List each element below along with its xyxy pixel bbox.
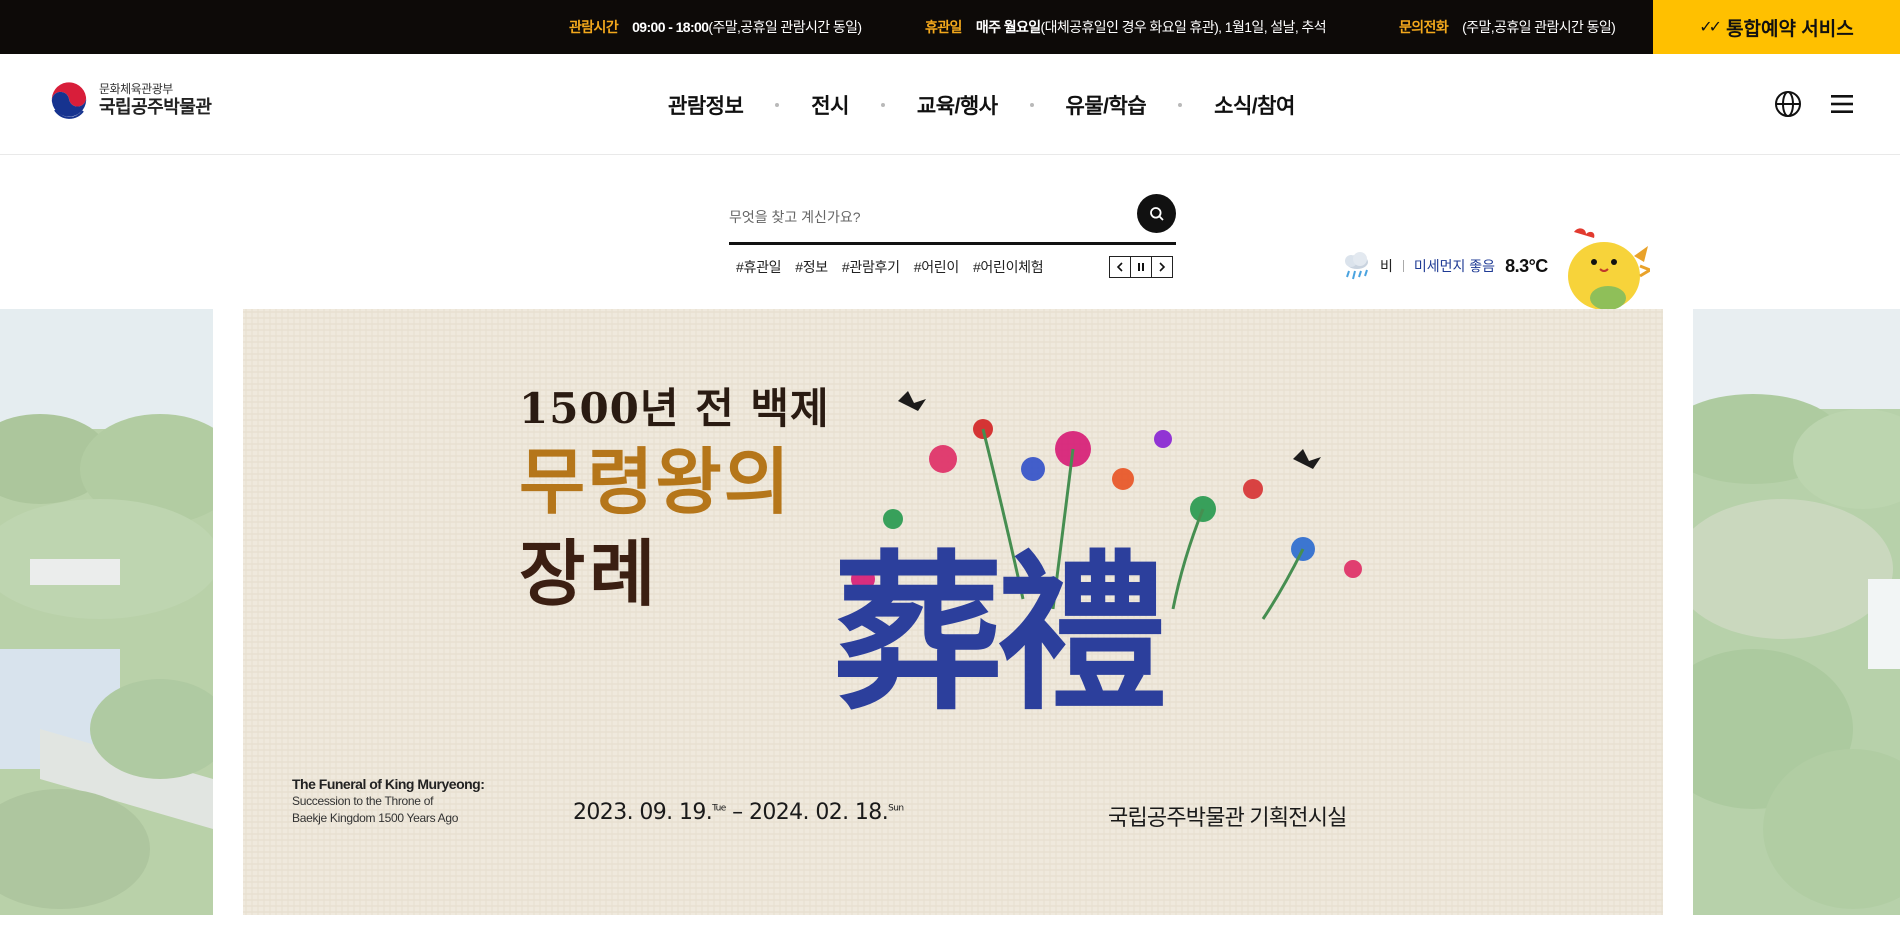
tag-rolling-controls — [1109, 256, 1173, 278]
nav-separator — [1029, 102, 1034, 107]
nav-visit-info[interactable]: 관람정보 — [668, 90, 744, 120]
banner-english-subtitle: The Funeral of King Muryeong: Succession… — [292, 776, 552, 826]
booking-label: 통합예약 서비스 — [1726, 18, 1854, 40]
temperature: 8.3°C — [1505, 255, 1548, 276]
search-button[interactable] — [1137, 194, 1176, 233]
search-tag[interactable]: #휴관일 — [736, 257, 782, 277]
search-icon — [1149, 206, 1164, 221]
hours-time: 09:00 - 18:00 — [632, 19, 709, 35]
tag-next-button[interactable] — [1151, 256, 1173, 278]
menu-icon[interactable] — [1828, 90, 1856, 118]
landscape-photo — [0, 309, 213, 915]
phone-label: 문의전화 — [1399, 19, 1449, 35]
weather-condition: 비 — [1380, 258, 1393, 274]
museum-logo[interactable]: 문화체육관광부 국립공주박물관 — [49, 80, 212, 120]
next-slide-preview[interactable] — [1693, 309, 1900, 915]
nav-separator — [880, 102, 885, 107]
banner-title-line3: 장례 — [519, 531, 660, 616]
subtitle-en-line1: Succession to the Throne of — [292, 794, 434, 808]
subtitle-en-line2: Baekje Kingdom 1500 Years Ago — [292, 811, 459, 825]
period-dash: – — [732, 800, 743, 825]
period-start-day: Tue — [712, 803, 726, 814]
search-tag[interactable]: #어린이체험 — [973, 257, 1044, 277]
period-start: 2023. 09. 19. — [573, 800, 713, 825]
landscape-photo — [1693, 309, 1900, 915]
rain-cloud-icon — [1345, 252, 1368, 280]
nav-separator — [775, 102, 780, 107]
search-input[interactable] — [729, 194, 1129, 240]
hours-note: (주말,공휴일 관람시간 동일) — [708, 19, 862, 35]
banner-title-hanja: 葬禮 — [833, 534, 1167, 734]
prev-slide-preview[interactable] — [0, 309, 213, 915]
closed-info: 휴관일 매주 월요일(대체공휴일인 경우 화요일 휴관), 1월1일, 설날, … — [925, 0, 1327, 54]
hours-value: 09:00 - 18:00(주말,공휴일 관람시간 동일) — [632, 17, 862, 37]
closed-note: (대체공휴일인 경우 화요일 휴관), 1월1일, 설날, 추석 — [1040, 19, 1327, 35]
nav-relics-learning[interactable]: 유물/학습 — [1066, 90, 1147, 120]
search-tag-list: #휴관일 #정보 #관람후기 #어린이 #어린이체험 — [736, 257, 1057, 277]
closed-day: 매주 월요일 — [975, 19, 1041, 35]
search-tag[interactable]: #관람후기 — [842, 257, 900, 277]
top-info-bar: 관람시간 09:00 - 18:00(주말,공휴일 관람시간 동일) 휴관일 매… — [0, 0, 1900, 54]
taegeuk-logo-icon — [50, 81, 88, 119]
weather-widget: 비 미세먼지 좋음 8.3°C — [1340, 250, 1548, 282]
pause-icon — [1138, 263, 1144, 271]
tag-pause-button[interactable] — [1130, 256, 1152, 278]
banner-title-line2: 무령왕의 — [519, 439, 792, 524]
chevron-left-icon — [1116, 262, 1123, 272]
nav-separator — [1178, 102, 1183, 107]
tag-prev-button[interactable] — [1109, 256, 1131, 278]
exhibition-venue: 국립공주박물관 기획전시실 — [1108, 805, 1347, 830]
logo-text: 문화체육관광부 국립공주박물관 — [99, 81, 212, 118]
logo-museum-name: 국립공주박물관 — [99, 97, 212, 118]
double-check-icon: ✓✓ — [1699, 19, 1722, 36]
nav-news-participation[interactable]: 소식/참여 — [1214, 90, 1295, 120]
subtitle-en-title: The Funeral of King Muryeong: — [292, 776, 485, 792]
search-tag[interactable]: #정보 — [795, 257, 828, 277]
hours-info: 관람시간 09:00 - 18:00(주말,공휴일 관람시간 동일) — [569, 0, 862, 54]
nav-education-events[interactable]: 교육/행사 — [917, 90, 998, 120]
fine-dust-status: 미세먼지 좋음 — [1413, 258, 1496, 274]
logo-ministry: 문화체육관광부 — [99, 81, 173, 96]
nav-exhibition[interactable]: 전시 — [811, 90, 849, 120]
phone-note: (주말,공휴일 관람시간 동일) — [1462, 19, 1616, 35]
globe-icon[interactable] — [1774, 90, 1802, 118]
site-header: 문화체육관광부 국립공주박물관 관람정보 전시 교육/행사 유물/학습 소식/참… — [0, 54, 1900, 155]
phone-info: 문의전화 (주말,공휴일 관람시간 동일) — [1399, 0, 1616, 54]
hours-label: 관람시간 — [569, 19, 619, 35]
period-end: 2024. 02. 18. — [748, 800, 889, 825]
search-tag[interactable]: #어린이 — [914, 257, 960, 277]
closed-label: 휴관일 — [925, 19, 962, 35]
weather-separator — [1402, 260, 1404, 272]
closed-value: 매주 월요일(대체공휴일인 경우 화요일 휴관), 1월1일, 설날, 추석 — [975, 17, 1327, 37]
mascot-character-icon — [1568, 228, 1650, 310]
main-navigation: 관람정보 전시 교육/행사 유물/학습 소식/참여 — [668, 54, 1295, 155]
period-end-day: Sun — [888, 803, 904, 814]
site-search — [729, 194, 1176, 245]
exhibition-period: 2023. 09. 19.Tue – 2024. 02. 18.Sun — [573, 800, 904, 825]
integrated-booking-button[interactable]: ✓✓ 통합예약 서비스 — [1653, 0, 1900, 54]
chevron-right-icon — [1159, 262, 1166, 272]
